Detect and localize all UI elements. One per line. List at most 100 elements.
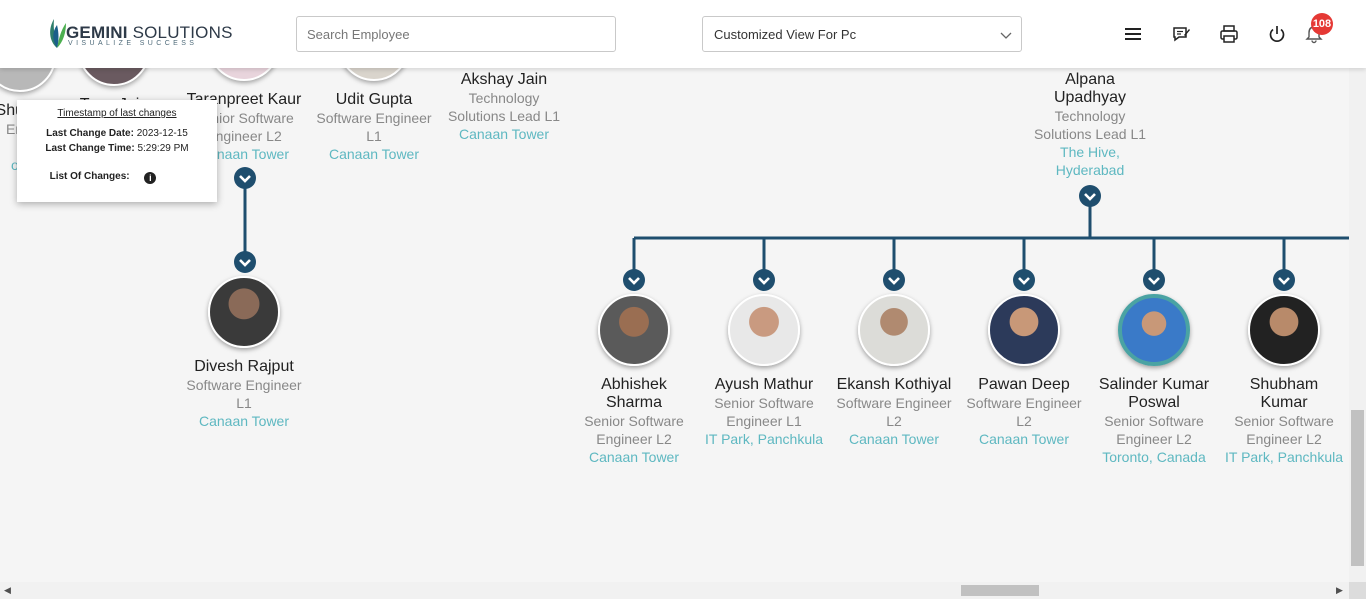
- employee-role-level: Solutions Lead L1: [447, 108, 561, 124]
- scroll-right-arrow-icon[interactable]: ▶: [1336, 585, 1343, 596]
- employee-location: IT Park, Panchkula: [1224, 449, 1344, 465]
- employee-name: Divesh Rajput: [194, 358, 294, 375]
- employee-location: Canaan Tower: [198, 413, 290, 429]
- employee-role: Technology: [468, 90, 540, 106]
- avatar: [858, 294, 930, 366]
- expand-chevron-icon[interactable]: [234, 251, 256, 273]
- menu-icon[interactable]: [1123, 24, 1143, 44]
- employee-role-level: Solutions Lead L1: [1033, 126, 1147, 142]
- last-change-tooltip: Timestamp of last changes Last Change Da…: [17, 100, 217, 202]
- employee-location: Canaan Tower: [848, 431, 940, 447]
- last-change-time: Last Change Time: 5:29:29 PM: [17, 143, 217, 154]
- employee-role-level: Engineer L2: [596, 431, 672, 447]
- org-node-salinder-kumar-poswal[interactable]: Salinder Kumar Poswal Senior Software En…: [1084, 294, 1224, 466]
- org-node-akshay-jain[interactable]: Akshay Jain Technology Solutions Lead L1…: [434, 71, 574, 143]
- avatar: [728, 294, 800, 366]
- tooltip-title: Timestamp of last changes: [57, 108, 177, 119]
- employee-location: Canaan Tower: [458, 126, 550, 142]
- employee-role: Technology: [1054, 108, 1126, 124]
- employee-role-level: L2: [1016, 413, 1032, 429]
- employee-role: Senior Software: [1104, 413, 1204, 429]
- expand-chevron-icon[interactable]: [1079, 185, 1101, 207]
- employee-location: Canaan Tower: [328, 146, 420, 162]
- expand-chevron-icon[interactable]: [1273, 269, 1295, 291]
- avatar: [1118, 294, 1190, 366]
- employee-name-line2: Kumar: [1260, 394, 1308, 411]
- expand-chevron-icon[interactable]: [623, 269, 645, 291]
- org-node-shubham-kumar[interactable]: Shubham Kumar Senior Software Engineer L…: [1214, 294, 1354, 466]
- org-node-divesh-rajput[interactable]: Divesh Rajput Software Engineer L1 Canaa…: [174, 276, 314, 430]
- employee-name-line2: Poswal: [1128, 394, 1180, 411]
- employee-role-level: Engineer L1: [726, 413, 802, 429]
- print-icon[interactable]: [1219, 24, 1239, 44]
- power-icon[interactable]: [1267, 24, 1287, 44]
- list-of-changes: List Of Changes: i: [3, 171, 203, 184]
- employee-location: The Hive,: [1060, 144, 1120, 160]
- employee-role-level: L1: [236, 395, 252, 411]
- date-value: 2023-12-15: [136, 128, 188, 139]
- employee-name: Akshay Jain: [460, 71, 548, 88]
- expand-chevron-icon[interactable]: [753, 269, 775, 291]
- time-value: 5:29:29 PM: [137, 143, 189, 154]
- horizontal-scroll-thumb[interactable]: [961, 585, 1039, 596]
- org-node-abhishek-sharma[interactable]: Abhishek Sharma Senior Software Engineer…: [564, 294, 704, 466]
- last-change-date: Last Change Date: 2023-12-15: [17, 128, 217, 139]
- employee-name: Ekansh Kothiyal: [836, 376, 952, 393]
- employee-role-level: L2: [886, 413, 902, 429]
- feedback-icon[interactable]: [1171, 24, 1191, 44]
- avatar: [988, 294, 1060, 366]
- expand-chevron-icon[interactable]: [883, 269, 905, 291]
- vertical-scrollbar[interactable]: [1349, 68, 1366, 582]
- leaf-logo-icon: [50, 19, 66, 48]
- employee-name: Shubham: [1249, 376, 1319, 393]
- employee-name: Pawan Deep: [978, 376, 1070, 393]
- employee-location-line2: Hyderabad: [1055, 162, 1125, 178]
- avatar: [1248, 294, 1320, 366]
- expand-chevron-icon[interactable]: [234, 167, 256, 189]
- view-select[interactable]: Customized View For Pc: [702, 16, 1022, 52]
- date-label: Last Change Date:: [46, 128, 134, 139]
- employee-name: Alpana: [1065, 71, 1115, 88]
- vertical-scroll-thumb[interactable]: [1351, 410, 1364, 566]
- employee-location: Canaan Tower: [588, 449, 680, 465]
- scroll-left-arrow-icon[interactable]: ◀: [4, 585, 11, 596]
- employee-role: Senior Software: [584, 413, 684, 429]
- horizontal-scrollbar[interactable]: ◀ ▶: [0, 582, 1349, 599]
- expand-chevron-icon[interactable]: [1013, 269, 1035, 291]
- employee-role: Software Engineer: [966, 395, 1082, 411]
- chevron-down-icon: [1000, 32, 1012, 39]
- org-node-ekansh-kothiyal[interactable]: Ekansh Kothiyal Software Engineer L2 Can…: [824, 294, 964, 448]
- time-label: Last Change Time:: [45, 143, 135, 154]
- employee-role-level: Engineer L2: [1116, 431, 1192, 447]
- notification-badge[interactable]: 108: [1311, 13, 1333, 35]
- employee-location: Canaan Tower: [978, 431, 1070, 447]
- employee-role-level: Engineer L2: [1246, 431, 1322, 447]
- search-employee-input[interactable]: [296, 16, 616, 52]
- employee-name: Udit Gupta: [335, 91, 413, 108]
- employee-name: Abhishek: [601, 376, 667, 393]
- org-node-alpana-upadhyay[interactable]: Alpana Upadhyay Technology Solutions Lea…: [1020, 71, 1160, 179]
- org-node-pawan-deep[interactable]: Pawan Deep Software Engineer L2 Canaan T…: [954, 294, 1094, 448]
- company-logo[interactable]: GEMINI SOLUTIONS VISUALIZE SUCCESS: [46, 17, 232, 51]
- app-header: GEMINI SOLUTIONS VISUALIZE SUCCESS Custo…: [0, 0, 1366, 68]
- employee-name-line2: Sharma: [605, 394, 663, 411]
- employee-role: Senior Software: [714, 395, 814, 411]
- employee-name: Ayush Mathur: [714, 376, 814, 393]
- logo-tagline: VISUALIZE SUCCESS: [68, 40, 198, 47]
- info-icon[interactable]: i: [144, 172, 157, 184]
- employee-role: Software Engineer: [316, 110, 432, 126]
- employee-role-level: L1: [366, 128, 382, 144]
- expand-chevron-icon[interactable]: [1143, 269, 1165, 291]
- scrollbar-corner: [1349, 582, 1366, 599]
- view-select-value: Customized View For Pc: [714, 27, 857, 42]
- changes-label: List Of Changes:: [49, 171, 130, 182]
- employee-name: Salinder Kumar: [1098, 376, 1210, 393]
- org-node-ayush-mathur[interactable]: Ayush Mathur Senior Software Engineer L1…: [694, 294, 834, 448]
- employee-location: IT Park, Panchkula: [704, 431, 824, 447]
- employee-role: Senior Software: [1234, 413, 1334, 429]
- employee-role: Software Engineer: [186, 377, 302, 393]
- employee-role: Software Engineer: [836, 395, 952, 411]
- employee-name-line2: Upadhyay: [1053, 89, 1127, 106]
- avatar: [598, 294, 670, 366]
- employee-location: Toronto, Canada: [1102, 449, 1206, 465]
